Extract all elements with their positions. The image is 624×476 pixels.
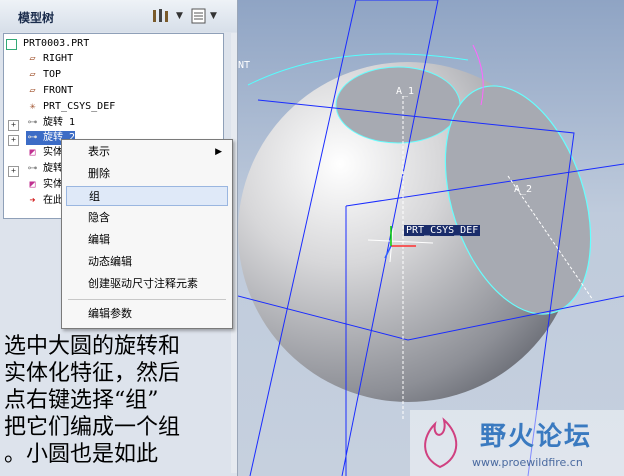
- note-line: 把它们编成一个组: [4, 415, 181, 440]
- expand-icon[interactable]: +: [8, 135, 19, 146]
- tree-item-revolve-3[interactable]: ⊶ 旋转: [26, 162, 64, 176]
- tree-item-label: 在此: [43, 195, 63, 206]
- watermark-url: www.proewildfire.cn: [472, 456, 583, 469]
- tree-item-root[interactable]: PRT0003.PRT: [6, 37, 89, 51]
- menu-item-label: 动态编辑: [88, 255, 132, 268]
- revolve-icon: ⊶: [27, 132, 38, 143]
- tree-item-label: RIGHT: [43, 53, 74, 64]
- insert-arrow-icon: ➔: [29, 195, 36, 206]
- tree-item-label: FRONT: [43, 85, 74, 96]
- revolve-icon: ⊶: [27, 117, 38, 128]
- datum-plane-icon: ▱: [29, 53, 36, 64]
- tool-settings-icon: [153, 9, 168, 22]
- menu-item-label: 创建驱动尺寸注释元素: [88, 277, 198, 290]
- submenu-arrow-icon: ▶: [215, 147, 222, 157]
- tree-item-label: TOP: [43, 69, 62, 80]
- csys-label: PRT_CSYS_DEF: [404, 225, 481, 236]
- tree-item-insert-here[interactable]: ➔ 在此: [26, 194, 63, 208]
- axis-label-a1: A_1: [396, 86, 415, 97]
- menu-item-label: 组: [89, 190, 100, 203]
- menu-item-label: 编辑: [88, 233, 110, 246]
- menu-item-edit[interactable]: 编辑: [66, 230, 228, 250]
- menu-item-edit-parameters[interactable]: 编辑参数: [66, 304, 228, 324]
- menu-separator: [68, 299, 226, 300]
- panel-header: 模型树 ▼ ▼: [0, 0, 237, 32]
- tree-item-label: 旋转 1: [43, 117, 76, 128]
- tree-item-revolve-1[interactable]: ⊶ 旋转 1: [26, 116, 76, 130]
- tree-item-right[interactable]: ▱ RIGHT: [26, 52, 73, 66]
- tree-item-front[interactable]: ▱ FRONT: [26, 84, 73, 98]
- panel-title: 模型树: [18, 11, 55, 25]
- settings-button[interactable]: ▼: [150, 6, 183, 26]
- tree-item-label: 实体: [43, 147, 63, 158]
- show-button[interactable]: ▼: [190, 6, 217, 26]
- menu-item-delete[interactable]: 删除: [66, 164, 228, 184]
- note-line: 。小圆也是如此: [4, 442, 159, 467]
- expand-icon[interactable]: +: [8, 120, 19, 131]
- tree-item-label: 旋转: [43, 163, 63, 174]
- tutorial-note: 选中大圆的旋转和 实体化特征，然后 点右键选择“组” 把它们编成一个组 。小圆也…: [4, 333, 232, 468]
- datum-plane-icon: ▱: [29, 69, 36, 80]
- axis-label-a2: A_2: [514, 184, 533, 195]
- tree-item-label: 实体: [43, 179, 63, 190]
- chevron-down-icon: ▼: [210, 11, 217, 21]
- menu-item-label: 删除: [88, 167, 110, 180]
- watermark: 野火论坛 www.proewildfire.cn: [410, 410, 624, 476]
- menu-item-display[interactable]: 表示 ▶: [66, 142, 228, 162]
- flame-logo-icon: [424, 417, 458, 469]
- context-menu: 表示 ▶ 删除 组 隐含 编辑 动态编辑 创建驱动尺寸注释元素 编辑参数: [61, 139, 233, 329]
- datum-plane-icon: ▱: [29, 85, 36, 96]
- menu-item-create-driving-dim[interactable]: 创建驱动尺寸注释元素: [66, 274, 228, 294]
- menu-item-label: 表示: [88, 145, 110, 158]
- menu-item-suppress[interactable]: 隐含: [66, 208, 228, 228]
- revolve-icon: ⊶: [27, 163, 38, 174]
- watermark-title: 野火论坛: [480, 422, 593, 452]
- menu-item-dynamic-edit[interactable]: 动态编辑: [66, 252, 228, 272]
- chevron-down-icon: ▼: [176, 11, 183, 21]
- note-line: 实体化特征，然后: [4, 361, 181, 386]
- graphics-viewport[interactable]: NT A_1 A_2 PRT_CSYS_DEF: [238, 0, 624, 476]
- solidify-icon: ◩: [29, 147, 36, 158]
- menu-item-label: 编辑参数: [88, 307, 132, 320]
- tree-item-solidify-2[interactable]: ◩ 实体: [26, 178, 63, 192]
- coordinate-system-icon: ✳: [29, 101, 36, 112]
- menu-item-label: 隐含: [88, 211, 110, 224]
- note-line: 选中大圆的旋转和: [4, 334, 181, 359]
- note-line: 点右键选择“组”: [4, 388, 159, 413]
- part-icon: [6, 38, 17, 50]
- expand-icon[interactable]: +: [8, 166, 19, 177]
- datum-label-front: NT: [238, 60, 251, 71]
- solidify-icon: ◩: [29, 179, 36, 190]
- menu-item-group[interactable]: 组: [66, 186, 228, 206]
- tree-item-label: PRT0003.PRT: [23, 38, 90, 49]
- small-cut-a1: [335, 66, 461, 144]
- tree-item-top[interactable]: ▱ TOP: [26, 68, 61, 82]
- tree-item-csys[interactable]: ✳ PRT_CSYS_DEF: [26, 100, 115, 114]
- list-icon: [191, 8, 206, 24]
- model-render: [238, 0, 624, 476]
- tree-item-label: PRT_CSYS_DEF: [43, 101, 116, 112]
- tree-item-solidify-1[interactable]: ◩ 实体: [26, 146, 63, 160]
